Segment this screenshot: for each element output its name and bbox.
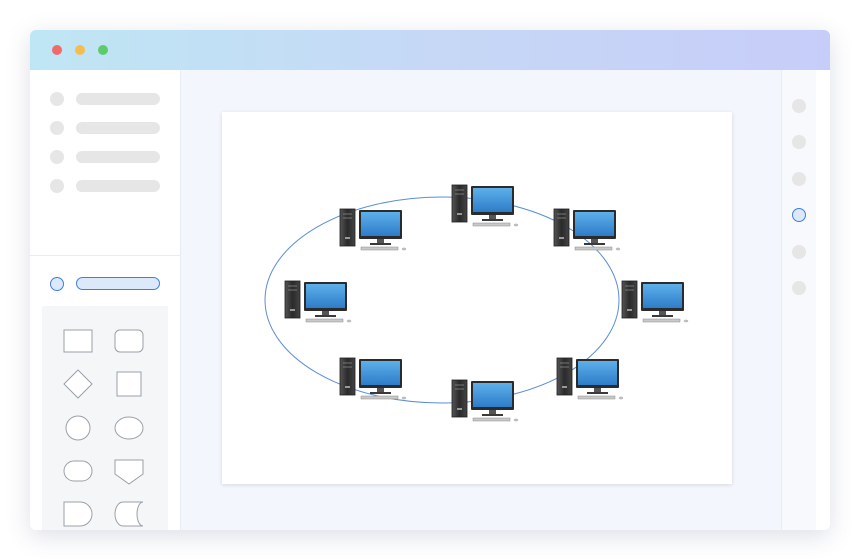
sidebar-item-dot [50,179,64,193]
pentagon-arrow-shape-icon[interactable] [114,459,144,485]
active-sidebar-item[interactable] [76,277,160,290]
sidebar-item-dot [50,150,64,164]
sidebar-item-label-placeholder [76,180,160,192]
window-right-edge [816,70,830,530]
sidebar-item-dot [50,121,64,135]
right-toolbar-button-6[interactable] [792,281,806,295]
shape-library-panel [42,306,168,530]
sidebar-item-label-placeholder [76,122,160,134]
network-computer-node[interactable] [451,379,519,422]
stored-data-shape-icon[interactable] [114,501,144,527]
stadium-shape-icon[interactable] [63,460,93,482]
network-computer-node[interactable] [556,357,624,400]
minimize-window-dot[interactable] [75,45,85,55]
circle-shape-icon[interactable] [65,415,91,441]
rounded-rectangle-shape-icon[interactable] [114,329,144,353]
diamond-shape-icon[interactable] [63,369,93,399]
sidebar-item-label-placeholder [76,93,160,105]
network-computer-node[interactable] [451,184,519,227]
active-sidebar-dot[interactable] [50,277,64,291]
right-toolbar [781,70,817,530]
right-toolbar-button-1[interactable] [792,99,806,113]
delay-shape-icon[interactable] [63,501,93,527]
sidebar-item-dot [50,92,64,106]
sidebar-item-label-placeholder [76,151,160,163]
rectangle-shape-icon[interactable] [63,329,93,353]
right-toolbar-button-3[interactable] [792,172,806,186]
ring-network-diagram [264,184,689,422]
network-computer-node[interactable] [339,357,407,400]
network-computer-node[interactable] [621,280,689,323]
maximize-window-dot[interactable] [98,45,108,55]
square-shape-icon[interactable] [116,371,142,397]
ellipse-shape-icon[interactable] [114,416,144,440]
left-sidebar [30,70,181,530]
canvas-area [181,70,781,530]
close-window-dot[interactable] [52,45,62,55]
right-toolbar-button-5[interactable] [792,245,806,259]
right-toolbar-button-active[interactable] [792,208,806,222]
network-computer-node[interactable] [284,280,352,323]
network-computer-node[interactable] [339,208,407,251]
shape-library-icons [63,329,144,527]
app-window [30,30,830,530]
network-computer-node[interactable] [553,208,621,251]
diagram-page[interactable] [222,112,732,484]
title-bar [30,30,830,70]
right-toolbar-button-2[interactable] [792,135,806,149]
sidebar-divider [30,255,180,256]
